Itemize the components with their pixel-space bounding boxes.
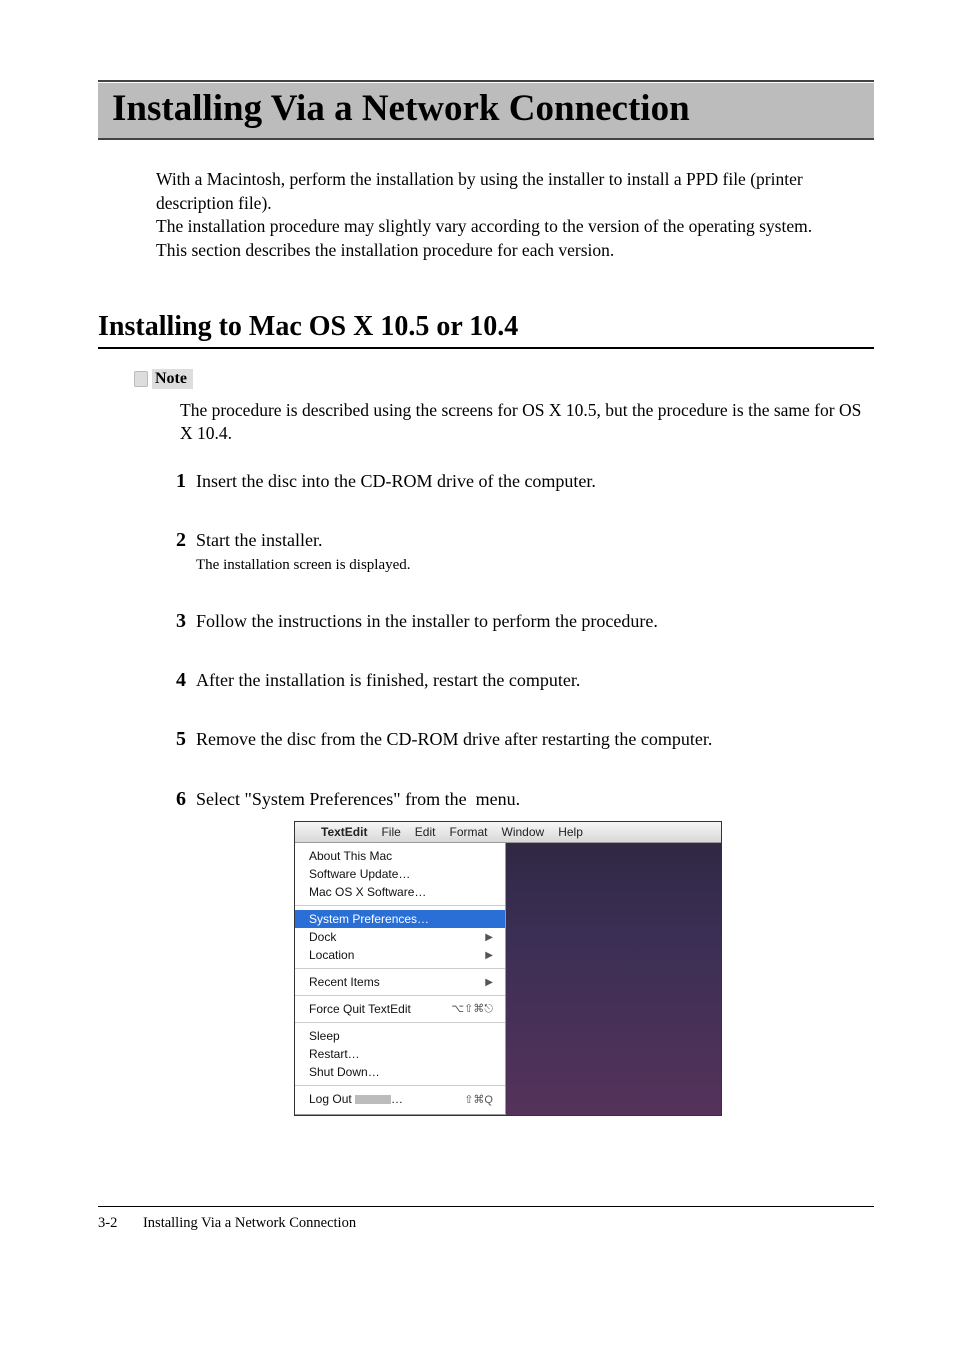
menu-separator bbox=[295, 1085, 505, 1086]
intro-block: With a Macintosh, perform the installati… bbox=[156, 168, 874, 263]
step-body: Remove the disc from the CD-ROM drive af… bbox=[196, 728, 874, 751]
menu-item-recent-items[interactable]: Recent Items▶ bbox=[295, 973, 505, 991]
step-title: Insert the disc into the CD-ROM drive of… bbox=[196, 470, 874, 493]
menu-item-restart[interactable]: Restart… bbox=[295, 1045, 505, 1063]
title-block: Installing Via a Network Connection bbox=[98, 80, 874, 140]
submenu-arrow-icon: ▶ bbox=[485, 932, 493, 943]
menubar-item-format[interactable]: Format bbox=[449, 825, 487, 839]
step-title: Start the installer. bbox=[196, 529, 874, 552]
step-title: Select "System Preferences" from the men… bbox=[196, 788, 874, 811]
menubar-item-window[interactable]: Window bbox=[502, 825, 545, 839]
shortcut-label: ⌥⇧⌘⎋ bbox=[451, 1002, 493, 1016]
menu-item-about-this-mac[interactable]: About This Mac bbox=[295, 847, 505, 865]
page-title: Installing Via a Network Connection bbox=[112, 87, 860, 130]
note-text: The procedure is described using the scr… bbox=[180, 399, 874, 446]
note-row: Note bbox=[134, 369, 874, 389]
desktop-background bbox=[505, 842, 721, 1115]
document-page: Installing Via a Network Connection With… bbox=[0, 0, 954, 1272]
menu-item-dock[interactable]: Dock▶ bbox=[295, 928, 505, 946]
menu-separator bbox=[295, 905, 505, 906]
note-label: Note bbox=[152, 369, 193, 389]
step-body: Follow the instructions in the installer… bbox=[196, 610, 874, 633]
step-4: 4 After the installation is finished, re… bbox=[158, 669, 874, 692]
menubar-app-name[interactable]: TextEdit bbox=[321, 825, 367, 839]
step-number: 4 bbox=[158, 669, 186, 692]
menu-item-system-preferences[interactable]: System Preferences… bbox=[295, 910, 505, 928]
menu-item-shut-down[interactable]: Shut Down… bbox=[295, 1063, 505, 1081]
menu-separator bbox=[295, 968, 505, 969]
step-2: 2 Start the installer. The installation … bbox=[158, 529, 874, 573]
intro-p2: The installation procedure may slightly … bbox=[156, 215, 874, 239]
intro-p1: With a Macintosh, perform the installati… bbox=[156, 168, 874, 215]
submenu-arrow-icon: ▶ bbox=[485, 950, 493, 961]
step-body: Select "System Preferences" from the men… bbox=[196, 788, 874, 1116]
step-6: 6 Select "System Preferences" from the m… bbox=[158, 788, 874, 1116]
redacted-username bbox=[355, 1095, 391, 1104]
step-number: 6 bbox=[158, 788, 186, 811]
step-number: 1 bbox=[158, 470, 186, 493]
menubar: TextEdit File Edit Format Window Help bbox=[295, 822, 721, 843]
footer-label: Installing Via a Network Connection bbox=[143, 1215, 356, 1231]
shortcut-label: ⇧⌘Q bbox=[464, 1093, 493, 1106]
step-body: Start the installer. The installation sc… bbox=[196, 529, 874, 573]
page-footer: 3-2 Installing Via a Network Connection bbox=[98, 1206, 874, 1232]
step-3: 3 Follow the instructions in the install… bbox=[158, 610, 874, 633]
step-title: After the installation is finished, rest… bbox=[196, 669, 874, 692]
step-title-pre: Select "System Preferences" from the bbox=[196, 789, 471, 809]
menu-item-sleep[interactable]: Sleep bbox=[295, 1027, 505, 1045]
menu-item-location[interactable]: Location▶ bbox=[295, 946, 505, 964]
step-5: 5 Remove the disc from the CD-ROM drive … bbox=[158, 728, 874, 751]
menu-item-force-quit[interactable]: Force Quit TextEdit⌥⇧⌘⎋ bbox=[295, 1000, 505, 1018]
apple-dropdown: About This Mac Software Update… Mac OS X… bbox=[295, 843, 506, 1115]
section-heading: Installing to Mac OS X 10.5 or 10.4 bbox=[98, 311, 874, 349]
step-body: Insert the disc into the CD-ROM drive of… bbox=[196, 470, 874, 493]
submenu-arrow-icon: ▶ bbox=[485, 977, 493, 988]
log-out-label: Log Out … bbox=[309, 1092, 403, 1106]
note-icon bbox=[134, 371, 148, 387]
step-number: 3 bbox=[158, 610, 186, 633]
menubar-item-file[interactable]: File bbox=[381, 825, 400, 839]
step-title-post: menu. bbox=[471, 789, 520, 809]
step-body: After the installation is finished, rest… bbox=[196, 669, 874, 692]
menu-item-log-out[interactable]: Log Out … ⇧⌘Q bbox=[295, 1090, 505, 1108]
menubar-item-edit[interactable]: Edit bbox=[415, 825, 436, 839]
step-number: 5 bbox=[158, 728, 186, 751]
step-subtext: The installation screen is displayed. bbox=[196, 557, 874, 574]
menu-separator bbox=[295, 995, 505, 996]
steps-list: 1 Insert the disc into the CD-ROM drive … bbox=[158, 470, 874, 1116]
step-title: Remove the disc from the CD-ROM drive af… bbox=[196, 728, 874, 751]
title-inner: Installing Via a Network Connection bbox=[98, 82, 874, 138]
menubar-item-help[interactable]: Help bbox=[558, 825, 583, 839]
page-number: 3-2 bbox=[98, 1215, 117, 1231]
step-number: 2 bbox=[158, 529, 186, 552]
step-title: Follow the instructions in the installer… bbox=[196, 610, 874, 633]
apple-menu-screenshot: TextEdit File Edit Format Window Help Ab… bbox=[294, 821, 722, 1116]
menu-item-software-update[interactable]: Software Update… bbox=[295, 865, 505, 883]
step-1: 1 Insert the disc into the CD-ROM drive … bbox=[158, 470, 874, 493]
intro-p3: This section describes the installation … bbox=[156, 239, 874, 263]
menu-item-mac-osx-software[interactable]: Mac OS X Software… bbox=[295, 883, 505, 901]
menu-separator bbox=[295, 1022, 505, 1023]
